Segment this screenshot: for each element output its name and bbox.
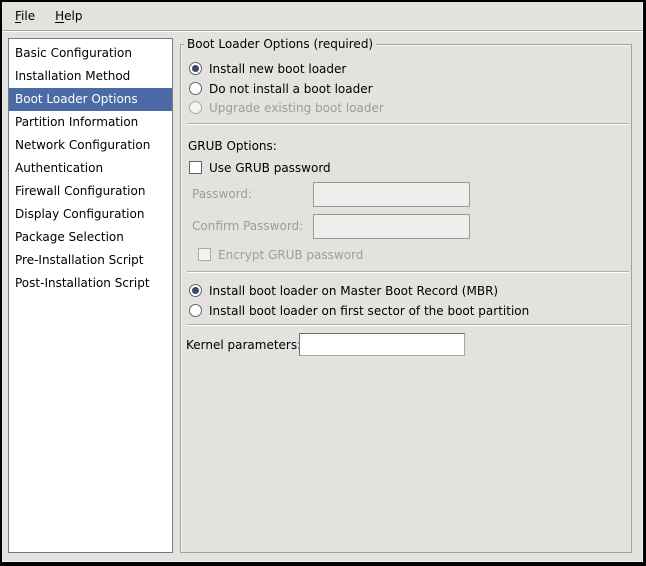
checkbox-use-grub-password[interactable]: Use GRUB password [189, 159, 331, 176]
radio-label: Install boot loader on first sector of t… [209, 304, 529, 318]
confirm-password-row: Confirm Password: [192, 214, 303, 239]
password-label: Password: [192, 182, 252, 207]
checkbox-label: Encrypt GRUB password [218, 248, 363, 262]
sidebar-item-package-selection[interactable]: Package Selection [9, 226, 172, 249]
radio-icon[interactable] [189, 82, 202, 95]
kernel-parameters-field[interactable] [299, 333, 465, 356]
menu-file[interactable]: File [6, 6, 44, 26]
password-row: Password: [192, 182, 252, 207]
menu-help-mnemonic: H [55, 9, 64, 23]
sidebar-item-basic-configuration[interactable]: Basic Configuration [9, 42, 172, 65]
menu-help-label: elp [64, 9, 82, 23]
separator [187, 324, 629, 326]
radio-install-new-boot-loader[interactable]: Install new boot loader [189, 60, 346, 77]
grub-options-label: GRUB Options: [188, 138, 277, 154]
radio-label: Upgrade existing boot loader [209, 101, 384, 115]
confirm-password-label: Confirm Password: [192, 214, 303, 239]
sidebar-item-post-installation-script[interactable]: Post-Installation Script [9, 272, 172, 295]
confirm-password-field [313, 214, 470, 239]
checkbox-icon [198, 248, 211, 261]
menubar-separator [2, 30, 643, 32]
sidebar-item-firewall-configuration[interactable]: Firewall Configuration [9, 180, 172, 203]
radio-do-not-install-boot-loader[interactable]: Do not install a boot loader [189, 80, 373, 97]
menu-bar: File Help [2, 2, 643, 30]
sidebar-item-pre-installation-script[interactable]: Pre-Installation Script [9, 249, 172, 272]
checkbox-label: Use GRUB password [209, 161, 331, 175]
radio-label: Do not install a boot loader [209, 82, 373, 96]
separator [187, 123, 629, 125]
radio-icon[interactable] [189, 62, 202, 75]
kernel-parameters-row: Kernel parameters: [186, 333, 301, 356]
sidebar-item-authentication[interactable]: Authentication [9, 157, 172, 180]
kernel-parameters-label: Kernel parameters: [186, 338, 301, 352]
sidebar-item-display-configuration[interactable]: Display Configuration [9, 203, 172, 226]
sidebar-item-network-configuration[interactable]: Network Configuration [9, 134, 172, 157]
sidebar-item-boot-loader-options[interactable]: Boot Loader Options [9, 88, 172, 111]
menu-help[interactable]: Help [46, 6, 91, 26]
checkbox-icon[interactable] [189, 161, 202, 174]
radio-upgrade-existing-boot-loader: Upgrade existing boot loader [189, 99, 384, 116]
frame-title: Boot Loader Options (required) [184, 37, 376, 52]
menu-file-label: ile [21, 9, 35, 23]
checkbox-encrypt-grub-password: Encrypt GRUB password [198, 246, 363, 263]
radio-icon[interactable] [189, 284, 202, 297]
password-field [313, 182, 470, 207]
app-window: File Help Basic Configuration Installati… [0, 0, 646, 566]
sidebar-item-installation-method[interactable]: Installation Method [9, 65, 172, 88]
radio-install-on-mbr[interactable]: Install boot loader on Master Boot Recor… [189, 282, 498, 299]
sidebar-item-partition-information[interactable]: Partition Information [9, 111, 172, 134]
section-list: Basic Configuration Installation Method … [8, 38, 173, 553]
radio-label: Install new boot loader [209, 62, 346, 76]
radio-icon [189, 101, 202, 114]
radio-install-on-first-sector[interactable]: Install boot loader on first sector of t… [189, 302, 529, 319]
radio-icon[interactable] [189, 304, 202, 317]
radio-label: Install boot loader on Master Boot Recor… [209, 284, 498, 298]
window-body: File Help Basic Configuration Installati… [2, 2, 643, 562]
separator [187, 271, 629, 273]
